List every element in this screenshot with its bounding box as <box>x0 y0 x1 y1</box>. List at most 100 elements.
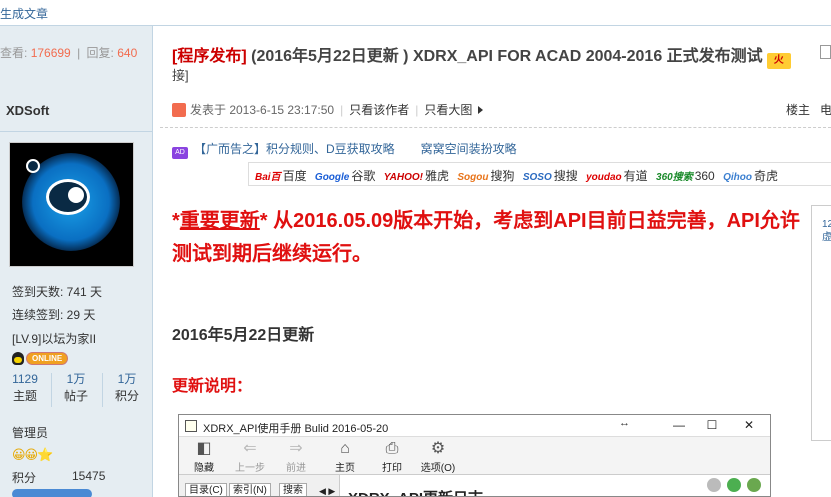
user-level[interactable]: [LV.9]以坛为家II <box>12 330 96 347</box>
360-logo-icon[interactable]: 360搜索 <box>656 168 693 183</box>
tool-options: ⚙ 选项(O) <box>415 439 461 474</box>
tool-label: 选项(O) <box>420 463 456 474</box>
online-status: ONLINE <box>12 352 69 365</box>
thread-category-link[interactable]: [程序发布] <box>172 48 247 65</box>
help-doc-title: XDRX_API更新日志 <box>348 487 483 496</box>
nav-home-icon <box>707 478 721 492</box>
baidu-logo-icon[interactable]: Bai百 <box>255 168 281 183</box>
stats-separator: | <box>77 46 81 60</box>
resize-icon: ↔ <box>619 417 630 429</box>
count-value: 1129 <box>12 372 38 386</box>
count-value: 1万 <box>66 372 86 386</box>
floor-text: 楼主 <box>786 103 811 117</box>
count-threads[interactable]: 1129 主题 <box>0 371 50 405</box>
back-arrow-icon: ⇐ <box>243 440 257 457</box>
thread-title-continuation: 接] <box>172 68 189 83</box>
points-value: 15475 <box>72 469 106 483</box>
ad-line: AD 【广而告之】积分规则、D豆获取攻略 窝窝空间装扮攻略 <box>172 140 543 159</box>
tool-forward: ⇒ 前进 <box>273 439 319 474</box>
yahoo-logo-icon[interactable]: YAHOO! <box>384 172 423 183</box>
engine-youdao[interactable]: 有道 <box>624 169 648 183</box>
tab-index: 索引(N) <box>229 483 271 496</box>
update-heading: 2016年5月22日更新 <box>172 327 315 344</box>
signin-days: 签到天数: 741 天 <box>12 285 103 299</box>
nav-next-icon <box>747 478 761 492</box>
tool-label: 上一步 <box>235 463 265 474</box>
top-bar: 生成文章 <box>0 0 831 26</box>
views-count: 176699 <box>30 46 71 60</box>
ad-link-rules[interactable]: 【广而告之】积分规则、D豆获取攻略 <box>194 142 395 156</box>
embedded-screenshot: XDRX_API使用手册 Bulid 2016-05-20 ↔ — ☐ ✕ ◧ 隐… <box>178 414 771 497</box>
engine-baidu[interactable]: 百度 <box>283 169 307 183</box>
tool-label: 主页 <box>335 463 355 474</box>
author-sidebar: XDSoft 签到天数: 741 天 连续签到: 29 天 [LV.9]以坛为家… <box>0 91 153 497</box>
announce-star: * <box>259 210 268 232</box>
sogou-logo-icon[interactable]: Sogou <box>457 172 488 183</box>
ad-icon: AD <box>172 147 188 159</box>
options-icon: ⚙ <box>430 440 446 457</box>
thread-title: [程序发布] (2016年5月22日更新 ) XDRX_API FOR ACAD… <box>172 42 791 69</box>
only-author-link[interactable]: 只看该作者 <box>349 103 409 117</box>
thread-title-text: (2016年5月22日更新 ) XDRX_API FOR ACAD 2004-2… <box>246 48 763 65</box>
maximize-icon: ☐ <box>706 418 718 432</box>
scroll-edge-box <box>820 45 831 59</box>
help-window-titlebar: XDRX_API使用手册 Bulid 2016-05-20 ↔ — ☐ ✕ <box>179 415 770 437</box>
count-label: 积分 <box>114 389 139 403</box>
qq-penguin-icon <box>12 352 24 365</box>
medal-icons: 😀😀⭐ <box>12 447 53 462</box>
avatar-pupil <box>68 187 84 203</box>
count-posts[interactable]: 1万 帖子 <box>51 371 101 405</box>
nav-up-icon <box>727 478 741 492</box>
youdao-logo-icon[interactable]: youdao <box>586 172 622 183</box>
notes-heading: 更新说明： <box>172 378 253 395</box>
big-image-link[interactable]: 只看大图 <box>424 103 472 117</box>
engine-google[interactable]: 谷歌 <box>351 169 375 183</box>
user-role[interactable]: 管理员 <box>12 424 48 441</box>
engine-yahoo[interactable]: 雅虎 <box>425 169 449 183</box>
right-side-panel: 12 虚 <box>811 205 831 441</box>
back-link[interactable]: 生成文章 <box>0 5 48 22</box>
tool-hide: ◧ 隐藏 <box>181 439 227 474</box>
right-panel-line: 12 <box>822 219 831 230</box>
sidebar-divider <box>0 131 153 132</box>
engine-qihoo[interactable]: 奇虎 <box>754 169 778 183</box>
engine-sogou[interactable]: 搜狗 <box>490 169 514 183</box>
help-app-icon <box>185 420 197 432</box>
floor-label: 楼主 电 <box>786 101 831 118</box>
engine-soso[interactable]: 搜搜 <box>554 169 578 183</box>
chevron-right-icon[interactable] <box>478 106 484 114</box>
author-name[interactable]: XDSoft <box>6 103 49 118</box>
stats-line: 查看: 176699 | 回复: 640 <box>0 44 137 61</box>
avatar-dot <box>26 159 40 173</box>
tab-scroll-arrows: ◀ ▶ <box>319 486 336 496</box>
signin-streak: 连续签到: 29 天 <box>12 308 96 322</box>
post-time: 发表于 2013-6-15 23:17:50 <box>190 103 335 117</box>
announce-underlined: 重要更新 <box>179 210 260 232</box>
partial-badge <box>12 489 92 497</box>
avatar[interactable] <box>9 142 134 267</box>
replies-label: 回复: <box>86 46 114 60</box>
count-label: 主题 <box>12 389 37 403</box>
close-icon: ✕ <box>743 418 755 432</box>
meta-sep: | <box>340 103 344 117</box>
tab-search: 搜索 <box>279 483 307 496</box>
engine-360[interactable]: 360 <box>695 169 715 183</box>
hot-badge-icon: 火 <box>766 53 791 69</box>
forward-arrow-icon: ⇒ <box>289 440 303 457</box>
views-label: 查看: <box>0 46 28 60</box>
tool-label: 打印 <box>382 463 402 474</box>
tool-label: 前进 <box>286 463 306 474</box>
post-icon <box>172 103 186 117</box>
meta-sep: | <box>415 103 419 117</box>
soso-logo-icon[interactable]: SOSO <box>523 172 552 183</box>
help-window-title: XDRX_API使用手册 Bulid 2016-05-20 <box>203 423 389 435</box>
qihoo-logo-icon[interactable]: Qihoo <box>723 172 752 183</box>
floor-extra[interactable]: 电 <box>820 103 831 117</box>
help-tabs: 目录(C) 索引(N) 搜索 <box>179 475 339 496</box>
right-panel-line[interactable]: 虚 <box>822 231 831 244</box>
google-logo-icon[interactable]: Google <box>315 172 349 183</box>
hide-icon: ◧ <box>196 440 212 457</box>
ad-link-decor[interactable]: 窝窝空间装扮攻略 <box>421 142 517 156</box>
tool-home: ⌂ 主页 <box>322 439 368 474</box>
count-points[interactable]: 1万 积分 <box>102 371 152 405</box>
